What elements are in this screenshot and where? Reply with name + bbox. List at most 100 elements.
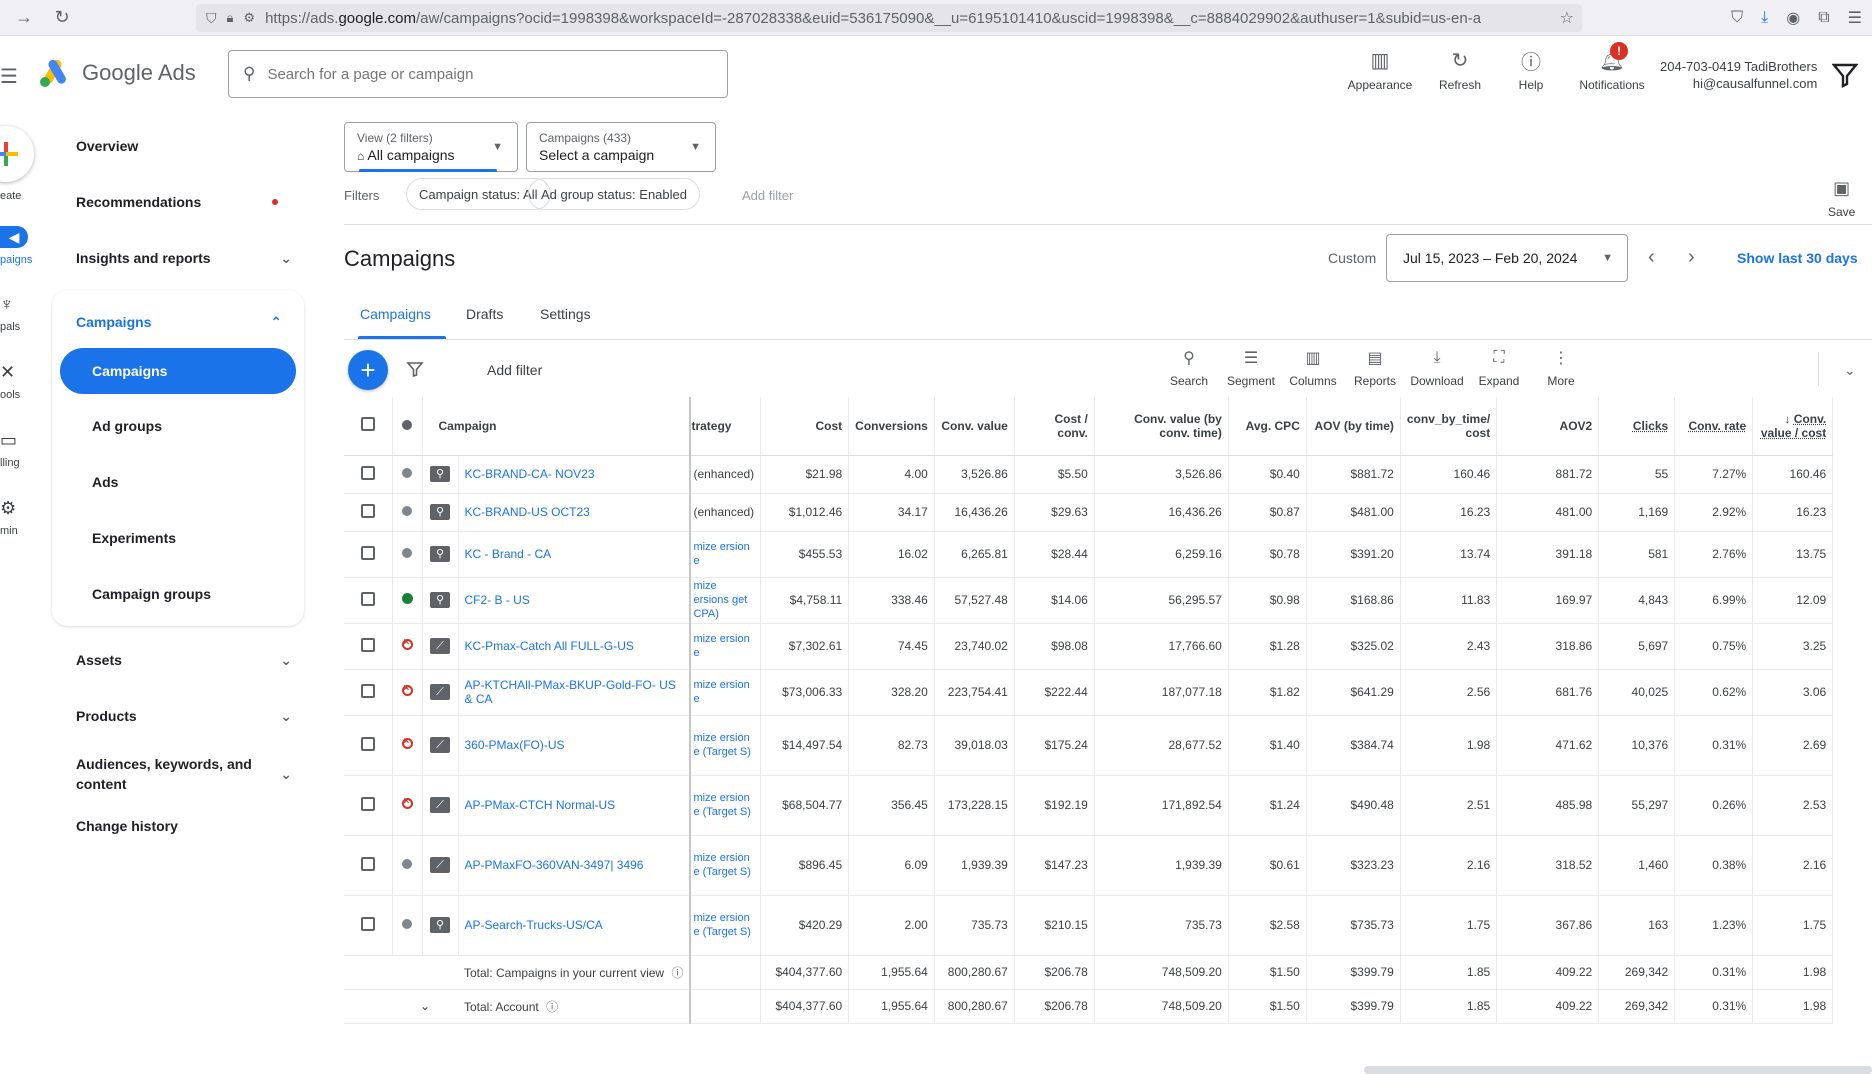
campaign-name-link[interactable]: KC-BRAND-CA- NOV23 [458,455,692,494]
sidebar-subitem-campaigns[interactable]: Campaigns [60,348,296,394]
sidebar-subitem-experiments[interactable]: Experiments [92,530,176,546]
campaign-name-link[interactable]: KC-Pmax-Catch All FULL-G-US [458,623,692,670]
checkbox[interactable] [360,856,375,871]
account-icon[interactable]: ◉ [1786,8,1800,28]
checkbox[interactable] [360,417,375,432]
url-bar[interactable]: ⛉ 🔒︎ ⚙ https://ads.google.com/aw/campaig… [196,4,1582,32]
rail-goals[interactable]: ♆ pals [0,294,20,333]
sidebar-item-audiences[interactable]: Audiences, keywords, and content ⌄ [76,754,292,794]
create-button[interactable] [0,126,34,182]
sidebar-subitem-ad-groups[interactable]: Ad groups [92,418,162,434]
table-row[interactable]: ⚲ KC - Brand - CA mize ersion e $455.53 16.0… [344,531,1834,578]
bid-strategy-cell[interactable]: mize ersion e (Target S) [690,715,762,776]
row-status-cell[interactable] [392,835,423,896]
row-status-cell[interactable] [392,493,423,532]
campaign-name-link[interactable]: KC - Brand - CA [458,531,692,578]
sidebar-item-change-history[interactable]: Change history [76,818,292,834]
checkbox[interactable] [360,591,375,606]
tab-campaigns[interactable]: Campaigns [360,306,431,322]
header-conv-value-per-cost[interactable]: ↓ Conv. value / cost [1752,397,1834,456]
campaign-name-link[interactable]: CF2- B - US [458,577,692,624]
notifications-button[interactable]: 🔔︎ ! Notifications [1562,42,1662,92]
search-box[interactable]: ⚲ [228,50,728,98]
checkbox[interactable] [360,796,375,811]
checkbox[interactable] [360,916,375,931]
filter-icon[interactable] [406,360,424,378]
refresh-button[interactable]: ↻ Refresh [1420,48,1500,93]
rail-admin[interactable]: ⚙ min [0,498,18,537]
bid-strategy-cell[interactable]: mize ersion e [690,531,762,578]
chevron-right-icon[interactable]: › [1688,246,1695,269]
download-button[interactable]: ⤓ Download [1406,348,1468,388]
downloads-icon[interactable]: ⤓ [1761,9,1768,27]
checkbox[interactable] [360,465,375,480]
chevron-left-icon[interactable]: ‹ [1648,246,1655,269]
table-row[interactable]: ⚲ CF2- B - US mize ersions get CPA) $4,758.… [344,577,1834,624]
sidebar-subitem-ads[interactable]: Ads [92,474,118,490]
header-avg-cpc[interactable]: Avg. CPC [1228,397,1307,456]
table-row[interactable]: ⚲ KC-BRAND-CA- NOV23 (enhanced) $21.98 4.00 3… [344,455,1834,494]
header-select-all[interactable] [344,397,393,456]
table-row[interactable]: ⟋ AP-PMaxFO-360VAN-3497| 3496 mize ersion … [344,835,1834,896]
chevron-down-icon[interactable]: ⌄ [1844,362,1856,379]
row-status-cell[interactable] [392,455,423,494]
row-status-cell[interactable] [392,715,423,776]
sidebar-item-recommendations[interactable]: Recommendations [76,194,292,210]
tab-drafts[interactable]: Drafts [466,306,503,322]
header-cost-per-conv[interactable]: Cost / conv. [1014,397,1095,456]
reload-icon[interactable]: ↻ [48,4,76,32]
bid-strategy-cell[interactable]: mize ersion e [690,623,762,670]
row-status-cell[interactable] [392,895,423,956]
date-range-picker[interactable]: Jul 15, 2023 – Feb 20, 2024 ▼ [1386,234,1628,282]
table-row[interactable]: ⟋ KC-Pmax-Catch All FULL-G-USmize ersion … [344,623,1834,670]
tab-settings[interactable]: Settings [540,306,591,322]
rail-campaigns[interactable]: ◀ paigns [0,226,32,266]
add-filter-input[interactable]: Add filter [487,362,542,378]
view-filter-dropdown[interactable]: View (2 filters) ⌂ All campaigns ▼ [344,122,518,172]
show-last-30-days-link[interactable]: Show last 30 days [1737,250,1858,266]
row-status-cell[interactable] [392,531,423,578]
add-filter-link[interactable]: Add filter [742,188,793,203]
segment-button[interactable]: ☰ Segment [1220,348,1282,388]
save-button[interactable]: ▣ Save [1828,178,1855,219]
rail-tools[interactable]: ✕ ools [0,362,20,401]
rail-billing[interactable]: ▭ lling [0,430,20,469]
bid-strategy-cell[interactable]: mize ersions get CPA) [690,577,762,624]
appearance-button[interactable]: ▥ Appearance [1340,48,1420,93]
sidebar-item-overview[interactable]: Overview [76,138,292,154]
table-row[interactable]: ⚲ AP-Search-Trucks-US/CA mize ersion e (Ta… [344,895,1834,956]
header-conv-by-time-cost[interactable]: conv_by_time/ cost [1400,397,1498,456]
row-status-cell[interactable] [392,669,423,716]
row-status-cell[interactable] [392,775,423,836]
forward-icon[interactable]: → [10,4,38,32]
checkbox[interactable] [360,545,375,560]
header-cost[interactable]: Cost [760,397,850,456]
table-row[interactable]: ⟋ AP-KTCHAll-PMax-BKUP-Gold-FO- US & CAmi… [344,669,1834,716]
campaign-name-link[interactable]: AP-PMax-CTCH Normal-US [458,775,692,836]
header-conv-rate[interactable]: Conv. rate [1674,397,1754,456]
table-row[interactable]: ⟋ AP-PMax-CTCH Normal-USmize ersion e (Ta… [344,775,1834,836]
sidebar-item-insights[interactable]: Insights and reports ⌄ [76,250,292,267]
header-aov-by-time[interactable]: AOV (by time) [1306,397,1401,456]
header-conv-value[interactable]: Conv. value [934,397,1015,456]
columns-button[interactable]: ▥ Columns [1282,348,1344,388]
header-conversions[interactable]: Conversions [848,397,935,456]
checkbox[interactable] [360,637,375,652]
search-button[interactable]: ⚲ Search [1158,348,1220,388]
pocket-icon[interactable]: ⛉ [1731,9,1743,27]
campaign-name-link[interactable]: KC-BRAND-US OCT23 [458,493,692,532]
menu-icon[interactable]: ☰ [1848,8,1862,28]
sidebar-item-assets[interactable]: Assets ⌄ [76,652,292,669]
row-status-cell[interactable] [392,577,423,624]
expand-button[interactable]: ⛶ Expand [1468,348,1530,388]
more-button[interactable]: ⋮ More [1530,348,1592,388]
help-icon[interactable]: ⓘ [546,1000,558,1014]
campaign-selector-dropdown[interactable]: Campaigns (433) Select a campaign ▼ [526,122,716,172]
bid-strategy-cell[interactable]: mize ersion e (Target S) [690,895,762,956]
checkbox[interactable] [360,683,375,698]
help-icon[interactable]: ⓘ [671,966,683,980]
add-campaign-button[interactable]: + [348,350,388,390]
help-button[interactable]: ⓘ Help [1500,48,1562,93]
reports-button[interactable]: ▤ Reports [1344,348,1406,388]
sidebar-item-campaigns[interactable]: Campaigns ⌃ [76,314,282,330]
